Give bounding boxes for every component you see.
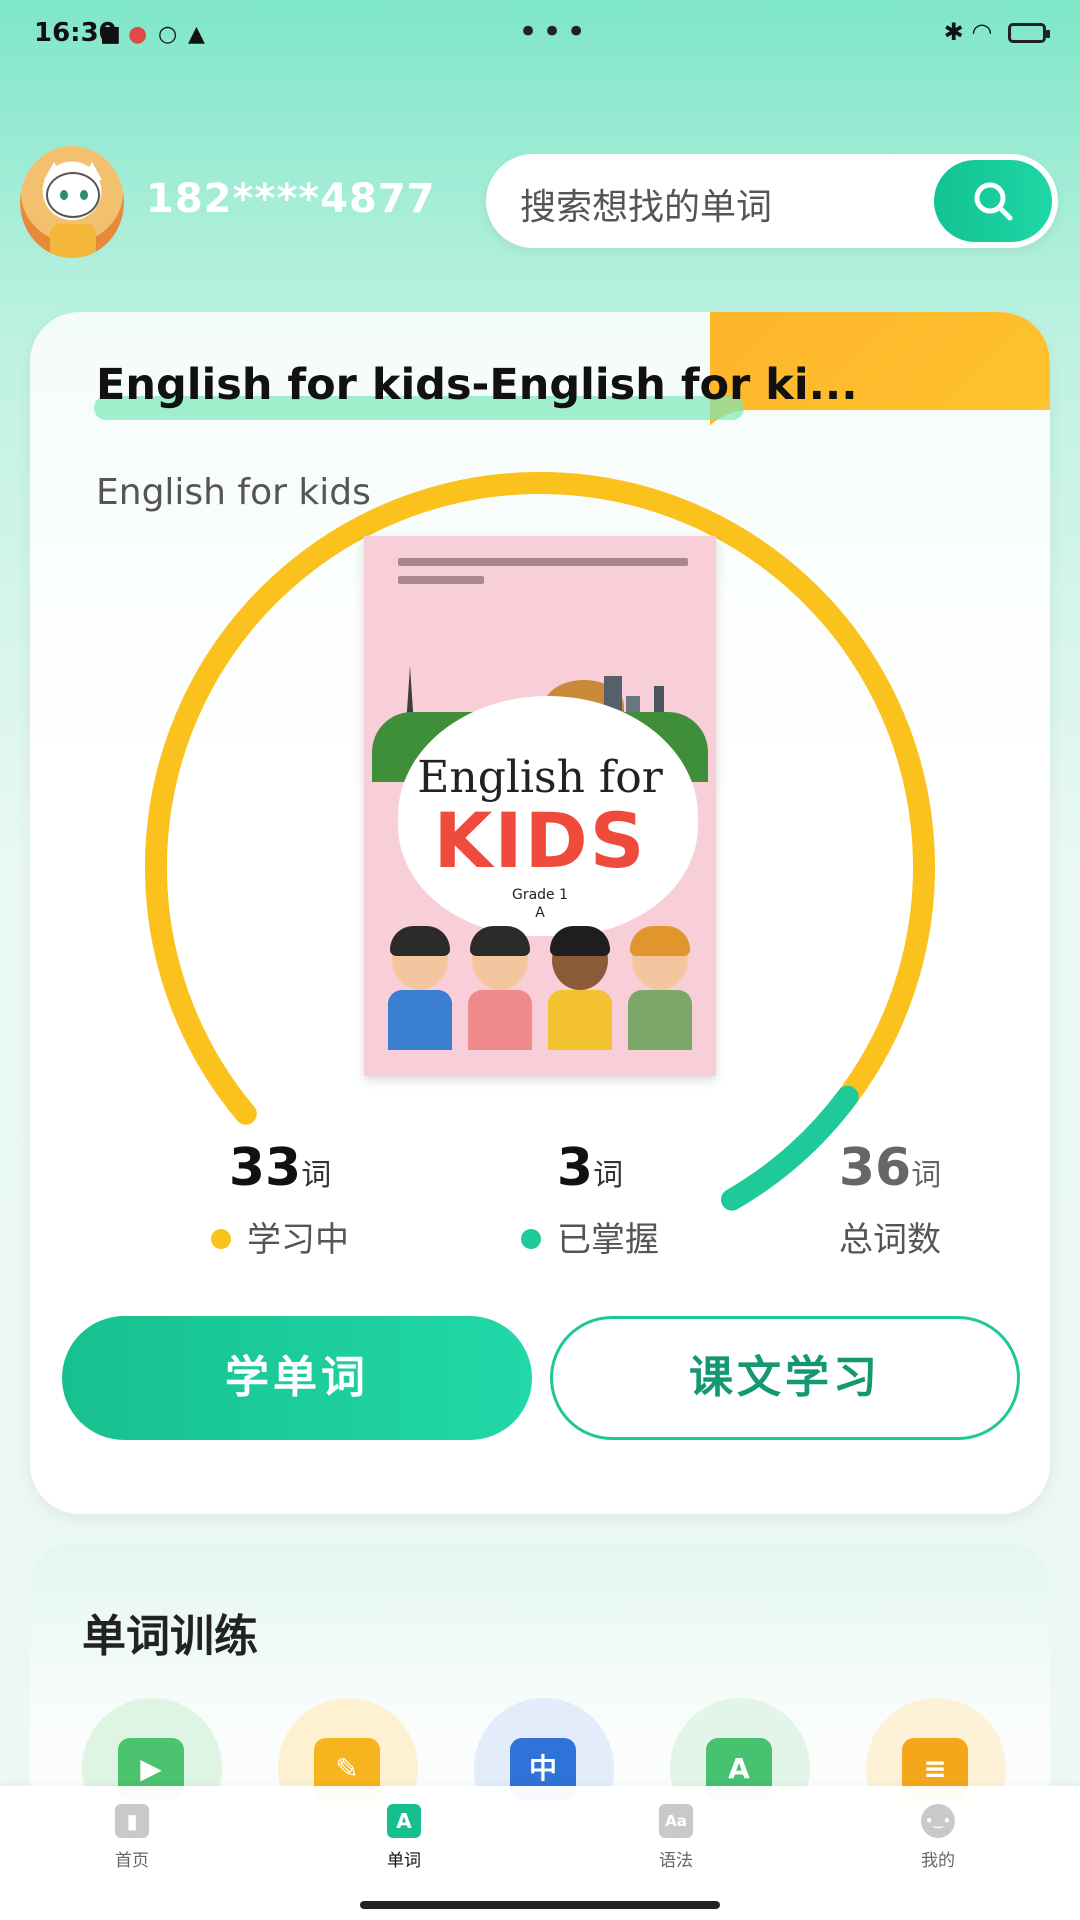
stat-number: 3: [556, 1138, 594, 1198]
word-icon: A: [387, 1804, 421, 1838]
home-indicator[interactable]: [360, 1901, 720, 1909]
search-button[interactable]: [934, 160, 1052, 242]
circle-notification-icon: ○: [158, 22, 178, 47]
wifi-icon: ◠: [971, 18, 993, 46]
stat-total-label: 总词数: [790, 1212, 990, 1261]
kid-shirt: [468, 990, 532, 1050]
stat-label-text: 学习中: [247, 1220, 349, 1260]
avatar-eye: [80, 190, 88, 200]
kid-hair: [390, 926, 450, 956]
tab-profile[interactable]: •‿• 我的: [878, 1804, 998, 1871]
search-box[interactable]: 搜索想找的单词: [486, 154, 1058, 248]
kid-shirt: [548, 990, 612, 1050]
profile-icon: •‿•: [921, 1804, 955, 1838]
app-notification-icon: ●: [128, 22, 148, 47]
stat-mastered: 3词 已掌握: [490, 1138, 690, 1261]
avatar[interactable]: [20, 146, 124, 258]
tab-label: 我的: [921, 1851, 955, 1871]
cover-kid: [382, 926, 456, 1076]
stat-mastered-label: 已掌握: [490, 1212, 690, 1261]
search-input[interactable]: 搜索想找的单词: [520, 178, 772, 230]
learn-words-button[interactable]: 学单词: [62, 1316, 532, 1440]
book-progress-card: English for kids-English for ki... Engli…: [30, 312, 1050, 1514]
tab-grammar[interactable]: Aa 语法: [616, 1804, 736, 1871]
text-study-button[interactable]: 课文学习: [550, 1316, 1020, 1440]
cover-kid: [462, 926, 536, 1076]
stat-learning-value: 33词: [180, 1138, 380, 1198]
stat-number: 36: [838, 1138, 912, 1198]
tab-label: 语法: [659, 1851, 693, 1871]
kid-hair: [470, 926, 530, 956]
kid-shirt: [388, 990, 452, 1050]
search-icon: [974, 182, 1013, 221]
stat-unit: 词: [593, 1158, 624, 1193]
notification-icon: ■: [100, 22, 121, 47]
tab-label: 单词: [387, 1851, 421, 1871]
stat-learning: 33词 学习中: [180, 1138, 380, 1261]
cover-volume-text: A: [535, 905, 545, 921]
stat-mastered-value: 3词: [490, 1138, 690, 1198]
stat-label-text: 总词数: [839, 1220, 941, 1260]
user-phone: 182****4877: [146, 176, 436, 222]
cover-kid: [622, 926, 696, 1076]
stat-total: 36词 总词数: [790, 1138, 990, 1261]
grammar-icon: Aa: [659, 1804, 693, 1838]
stat-learning-label: 学习中: [180, 1212, 380, 1261]
status-bar: 16:30 ■ ● ○ ▲ ••• ✱ ◠: [0, 0, 1080, 70]
avatar-eye: [60, 190, 68, 200]
book-cover[interactable]: English for KIDS Grade 1 A: [364, 536, 716, 1076]
warning-icon: ▲: [188, 22, 205, 47]
stat-unit: 词: [301, 1158, 332, 1193]
word-training-title: 单词训练: [82, 1611, 258, 1662]
tab-label: 首页: [115, 1851, 149, 1871]
cover-publisher-line: [398, 576, 484, 584]
cover-grade: Grade 1 A: [364, 886, 716, 922]
learning-dot-icon: [211, 1228, 231, 1249]
tab-words[interactable]: A 单词: [344, 1804, 464, 1871]
cover-kid: [542, 926, 616, 1076]
avatar-body: [50, 224, 96, 258]
battery-icon: [1008, 23, 1050, 43]
kid-hair: [630, 926, 690, 956]
avatar-face: [46, 172, 100, 218]
mastered-dot-icon: [521, 1228, 541, 1249]
home-icon: ▮: [115, 1804, 149, 1838]
cover-title-line2: KIDS: [433, 796, 647, 885]
bluetooth-icon: ✱: [943, 18, 964, 46]
kid-shirt: [628, 990, 692, 1050]
stat-number: 33: [228, 1138, 302, 1198]
stat-unit: 词: [911, 1158, 942, 1193]
tab-home[interactable]: ▮ 首页: [72, 1804, 192, 1871]
stat-label-text: 已掌握: [557, 1220, 659, 1260]
cover-publisher-line: [398, 558, 688, 566]
stat-total-value: 36词: [790, 1138, 990, 1198]
cover-grade-text: Grade 1: [511, 887, 569, 903]
status-right: ✱ ◠: [943, 18, 1050, 46]
bottom-tab-bar: ▮ 首页 A 单词 Aa 语法 •‿• 我的: [0, 1786, 1080, 1920]
kid-hair: [550, 926, 610, 956]
more-dots-icon[interactable]: •••: [518, 12, 590, 52]
